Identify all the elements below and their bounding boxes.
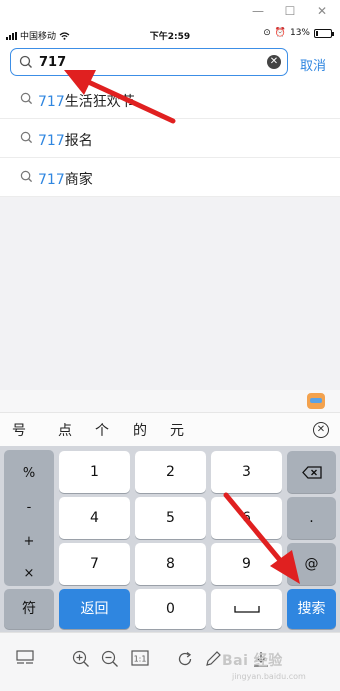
symbol-key[interactable]: - xyxy=(4,500,54,515)
candidate-item[interactable]: 元 xyxy=(170,420,184,440)
watermark-url: jingyan.baidu.com xyxy=(232,672,306,681)
suggestion-text: 717商家 xyxy=(38,172,93,188)
candidate-item[interactable]: 点 xyxy=(58,420,72,440)
suggestion-text: 717报名 xyxy=(38,133,93,149)
at-key[interactable]: @ xyxy=(287,543,336,585)
dot-key[interactable]: . xyxy=(287,497,336,539)
watermark-logo: Bai 经验 xyxy=(222,653,283,669)
keyboard-top-strip xyxy=(0,390,340,412)
suggestion-item[interactable]: 717生活狂欢节 xyxy=(0,80,340,119)
clear-icon[interactable]: ✕ xyxy=(267,55,281,69)
backspace-key[interactable] xyxy=(287,451,336,493)
actual-size-icon[interactable]: 1:1 xyxy=(129,650,151,672)
suggestion-item[interactable]: 717报名 xyxy=(0,119,340,158)
keyboard-mascot-icon[interactable] xyxy=(307,393,325,409)
digit-key[interactable]: 4 xyxy=(59,497,130,539)
minimize-icon[interactable]: — xyxy=(251,4,265,18)
symbol-switch-key[interactable]: 符 xyxy=(4,589,54,629)
back-key[interactable]: 返回 xyxy=(59,589,130,629)
symbol-key[interactable]: % xyxy=(4,466,54,481)
zoom-out-icon[interactable] xyxy=(99,650,121,672)
symbol-key[interactable]: × xyxy=(4,566,54,581)
window-chrome: — ☐ ✕ xyxy=(0,0,340,24)
edit-icon[interactable] xyxy=(202,650,224,672)
digit-key[interactable]: 9 xyxy=(211,543,282,585)
candidate-item[interactable]: 个 xyxy=(95,420,109,440)
space-key[interactable] xyxy=(211,589,282,629)
symbol-column: % - + × xyxy=(4,450,54,586)
digit-key[interactable]: 1 xyxy=(59,451,130,493)
battery-percent: 13% xyxy=(289,28,310,38)
alarm-icon: ⏰ xyxy=(274,28,286,38)
search-icon xyxy=(20,131,33,144)
suggestion-text: 717生活狂欢节 xyxy=(38,94,135,110)
digit-key[interactable]: 5 xyxy=(135,497,206,539)
suggestion-list: 717生活狂欢节 717报名 717商家 xyxy=(0,80,340,197)
digit-key[interactable]: 2 xyxy=(135,451,206,493)
symbol-key[interactable]: + xyxy=(4,534,54,549)
digit-key[interactable]: 7 xyxy=(59,543,130,585)
digit-key[interactable]: 8 xyxy=(135,543,206,585)
search-icon xyxy=(19,55,32,68)
close-icon[interactable]: ✕ xyxy=(315,4,329,18)
cancel-button[interactable]: 取消 xyxy=(300,55,326,74)
svg-text:1:1: 1:1 xyxy=(134,655,147,664)
search-input[interactable]: 717 ✕ xyxy=(10,48,288,76)
numeric-keyboard: % - + × 1 2 3 4 5 6 . 7 8 9 @ 符 返回 0 搜索 xyxy=(0,446,340,632)
digit-key[interactable]: 0 xyxy=(135,589,206,629)
viewer-toolbar: 1:1 xyxy=(0,632,340,691)
candidate-item[interactable]: 号 xyxy=(12,420,26,440)
rotate-icon[interactable] xyxy=(174,650,196,672)
layout-icon[interactable] xyxy=(14,650,36,672)
space-icon xyxy=(233,606,260,613)
suggestion-item[interactable]: 717商家 xyxy=(0,158,340,197)
digit-key[interactable]: 6 xyxy=(211,497,282,539)
rotation-lock-icon: ⊙ xyxy=(263,28,271,38)
search-key[interactable]: 搜索 xyxy=(287,589,336,629)
maximize-icon[interactable]: ☐ xyxy=(283,4,297,18)
search-value: 717 xyxy=(39,55,67,70)
digit-key[interactable]: 3 xyxy=(211,451,282,493)
search-icon xyxy=(20,92,33,105)
battery-icon xyxy=(314,28,334,38)
candidate-bar: 号 点 个 的 元 ✕ xyxy=(0,412,340,446)
status-bar: 中国移动 下午2:59 ⊙ ⏰ 13% xyxy=(0,24,340,44)
backspace-icon xyxy=(301,465,322,479)
search-bar: 717 ✕ 取消 xyxy=(0,44,340,80)
search-icon xyxy=(20,170,33,183)
candidate-item[interactable]: 的 xyxy=(133,420,147,440)
collapse-candidates-icon[interactable]: ✕ xyxy=(313,422,329,438)
zoom-in-icon[interactable] xyxy=(70,650,92,672)
